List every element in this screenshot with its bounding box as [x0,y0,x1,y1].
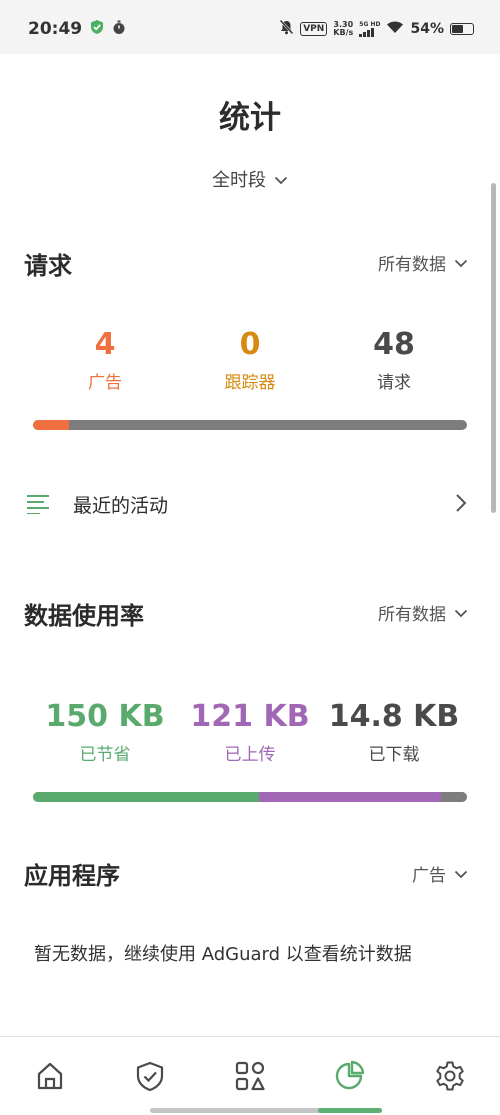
chevron-down-icon [454,603,468,623]
battery-icon [450,23,474,35]
battery-percent: 54% [410,21,444,37]
uploaded-segment [258,792,441,802]
data-usage-progress-bar [33,792,467,802]
saved-segment [33,792,259,802]
apps-empty-message: 暂无数据，继续使用 AdGuard 以查看统计数据 [34,944,412,965]
stat-downloaded-label: 已下载 [368,745,420,765]
mute-bell-icon [279,19,294,39]
status-time: 20:49 [28,19,83,39]
shield-check-icon [90,19,104,39]
speed-unit: KB/s [333,28,354,37]
network-speed: 3.30 KB/s [333,21,353,37]
stat-requests: 48 请求 [309,327,479,393]
apps-filter[interactable]: 广告 [412,861,468,886]
pie-chart-icon [332,1060,366,1097]
chevron-down-icon [454,253,468,273]
nav-statistics[interactable] [332,1059,366,1093]
apps-filter-label: 广告 [412,866,446,886]
stat-requests-value: 48 [373,327,415,362]
gear-icon [433,1061,467,1097]
recent-activity-row[interactable]: 最近的活动 [0,478,500,530]
nav-settings[interactable] [433,1059,467,1093]
status-bar-left: 20:49 [28,19,126,39]
chevron-down-icon [454,864,468,884]
data-usage-title: 数据使用率 [24,602,144,630]
apps-grid-icon [233,1061,267,1097]
timer-icon [112,20,126,39]
gesture-bar-active [318,1108,382,1113]
scrollbar[interactable] [491,183,496,513]
status-bar-right: VPN 3.30 KB/s 5G HD 54% [279,19,474,39]
stat-requests-label: 请求 [377,373,411,393]
requests-filter[interactable]: 所有数据 [378,250,468,275]
vpn-badge: VPN [300,22,328,36]
signal-icon: 5G HD [359,21,380,37]
stat-downloaded: 14.8 KB 已下载 [309,699,479,765]
downloaded-segment [440,792,467,802]
requests-progress-bar [33,420,467,430]
nav-home[interactable] [33,1059,67,1093]
apps-title: 应用程序 [24,862,120,890]
bottom-navigation [0,1036,500,1115]
nav-apps[interactable] [233,1059,267,1093]
shield-check-icon [133,1061,167,1097]
home-icon [33,1062,67,1097]
chevron-right-icon [455,493,467,517]
period-selector[interactable]: 全时段 [0,166,500,192]
chevron-down-icon [274,169,288,190]
ads-segment [33,420,70,430]
wifi-icon [386,20,404,38]
requests-filter-label: 所有数据 [378,255,446,275]
requests-title: 请求 [24,252,72,280]
period-label: 全时段 [212,170,266,191]
list-lines-icon [26,494,50,518]
nav-protection[interactable] [133,1059,167,1093]
recent-activity-label: 最近的活动 [73,495,169,517]
status-bar: 20:49 VPN 3.30 KB/s 5G HD 54% [0,0,500,54]
page-title: 统计 [219,100,281,136]
stat-downloaded-value: 14.8 KB [328,699,460,734]
data-usage-filter-label: 所有数据 [378,605,446,625]
data-usage-filter[interactable]: 所有数据 [378,600,468,625]
